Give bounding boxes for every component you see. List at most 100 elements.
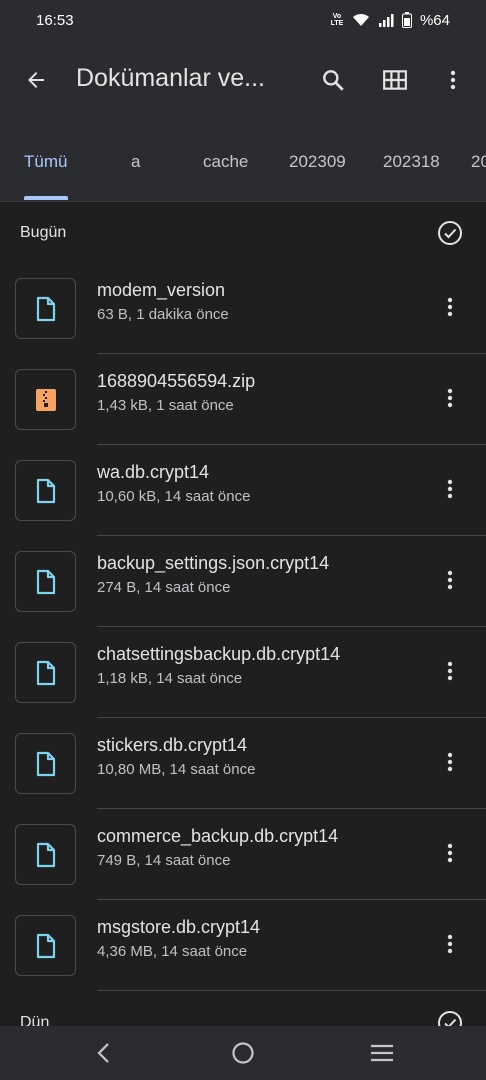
grid-view-icon: [383, 70, 407, 90]
search-icon: [323, 70, 344, 91]
tab-202318[interactable]: 202318: [383, 152, 440, 172]
app-bar: Dokümanlar ve...: [0, 40, 486, 124]
document-icon: [36, 296, 55, 321]
file-meta: 10,60 kB, 14 saat önce: [97, 488, 251, 505]
more-options-button[interactable]: [435, 62, 471, 98]
file-row[interactable]: chatsettingsbackup.db.crypt14 1,18 kB, 14…: [0, 636, 486, 727]
nav-recents-button[interactable]: [367, 1038, 397, 1068]
file-row[interactable]: modem_version 63 B, 1 dakika önce: [0, 272, 486, 363]
document-icon: [36, 842, 55, 867]
file-thumbnail: [15, 642, 76, 703]
section-label: Bugün: [20, 224, 67, 241]
more-vert-icon: [447, 843, 453, 863]
row-divider: [97, 626, 486, 627]
file-more-button[interactable]: [436, 654, 464, 688]
file-more-button[interactable]: [436, 927, 464, 961]
file-name: commerce_backup.db.crypt14: [97, 826, 339, 846]
file-more-button[interactable]: [436, 472, 464, 506]
file-row[interactable]: backup_settings.json.crypt14 274 B, 14 sa…: [0, 545, 486, 636]
search-button[interactable]: [315, 62, 351, 98]
file-meta: 4,36 MB, 14 saat önce: [97, 943, 248, 960]
file-row[interactable]: wa.db.crypt14 10,60 kB, 14 saat önce: [0, 454, 486, 545]
file-thumbnail: [15, 915, 76, 976]
file-row[interactable]: stickers.db.crypt14 10,80 MB, 14 saat önc…: [0, 727, 486, 818]
file-thumbnail: [15, 733, 76, 794]
file-thumbnail: [15, 460, 76, 521]
folder-tabs: Tümü a cache 202309 202318 20: [0, 124, 486, 202]
file-more-button[interactable]: [436, 563, 464, 597]
row-divider: [97, 990, 486, 991]
document-icon: [36, 569, 55, 594]
document-icon: [36, 660, 55, 685]
nav-back-icon: [97, 1043, 109, 1063]
nav-home-icon: [232, 1042, 254, 1064]
section-header-today: Bugün: [0, 203, 486, 263]
more-vert-icon: [447, 479, 453, 499]
more-vert-icon: [447, 934, 453, 954]
volte-icon: Vo LTE: [330, 13, 344, 27]
tab-202309[interactable]: 202309: [289, 152, 346, 172]
file-more-button[interactable]: [436, 836, 464, 870]
battery-percent: %64: [419, 11, 450, 29]
file-more-button[interactable]: [436, 381, 464, 415]
tab-20[interactable]: 20: [471, 152, 486, 172]
more-vert-icon: [447, 570, 453, 590]
file-meta: 10,80 MB, 14 saat önce: [97, 761, 256, 778]
file-name: chatsettingsbackup.db.crypt14: [97, 644, 341, 664]
file-more-button[interactable]: [436, 745, 464, 779]
status-bar: 16:53 Vo LTE %64: [0, 0, 486, 40]
more-vert-icon: [447, 388, 453, 408]
more-vert-icon: [447, 297, 453, 317]
file-meta: 1,43 kB, 1 saat önce: [97, 397, 234, 414]
file-thumbnail: [15, 824, 76, 885]
back-arrow-icon: [28, 72, 44, 88]
file-meta: 749 B, 14 saat önce: [97, 852, 231, 869]
wifi-icon: [352, 13, 369, 26]
tab-indicator: [24, 196, 68, 200]
file-name: stickers.db.crypt14: [97, 735, 248, 755]
row-divider: [97, 535, 486, 536]
file-name: 1688904556594.zip: [97, 371, 256, 391]
file-name: modem_version: [97, 280, 226, 300]
document-icon: [36, 933, 55, 958]
tab-a[interactable]: a: [131, 152, 140, 172]
tab-all[interactable]: Tümü: [24, 152, 67, 172]
more-vert-icon: [450, 70, 456, 90]
more-vert-icon: [447, 752, 453, 772]
row-divider: [97, 717, 486, 718]
file-name: msgstore.db.crypt14: [97, 917, 261, 937]
file-name: wa.db.crypt14: [97, 462, 210, 482]
file-thumbnail: [15, 551, 76, 612]
row-divider: [97, 353, 486, 354]
row-divider: [97, 444, 486, 445]
more-vert-icon: [447, 661, 453, 681]
file-meta: 274 B, 14 saat önce: [97, 579, 231, 596]
file-more-button[interactable]: [436, 290, 464, 324]
row-divider: [97, 899, 486, 900]
file-meta: 63 B, 1 dakika önce: [97, 306, 229, 323]
document-icon: [36, 751, 55, 776]
system-nav-bar: [0, 1026, 486, 1080]
grid-view-button[interactable]: [377, 62, 413, 98]
status-icons: Vo LTE %64: [330, 12, 450, 29]
file-row[interactable]: commerce_backup.db.crypt14 749 B, 14 saat…: [0, 818, 486, 909]
file-meta: 1,18 kB, 14 saat önce: [97, 670, 243, 687]
file-row[interactable]: msgstore.db.crypt14 4,36 MB, 14 saat önce: [0, 909, 486, 1000]
nav-home-button[interactable]: [228, 1038, 258, 1068]
row-divider: [97, 808, 486, 809]
file-row[interactable]: 1688904556594.zip 1,43 kB, 1 saat önce: [0, 363, 486, 454]
document-icon: [36, 478, 55, 503]
file-thumbnail: [15, 369, 76, 430]
nav-recents-icon: [371, 1044, 393, 1062]
page-title: Dokümanlar ve...: [76, 64, 265, 92]
status-time: 16:53: [36, 11, 74, 29]
battery-icon: [401, 12, 412, 28]
select-all-check-icon[interactable]: [436, 219, 464, 247]
nav-back-button[interactable]: [89, 1038, 119, 1068]
back-button[interactable]: [18, 62, 54, 98]
file-thumbnail: [15, 278, 76, 339]
file-name: backup_settings.json.crypt14: [97, 553, 330, 573]
signal-icon: [378, 14, 394, 27]
tab-cache[interactable]: cache: [203, 152, 248, 172]
zip-archive-icon: [35, 388, 56, 411]
